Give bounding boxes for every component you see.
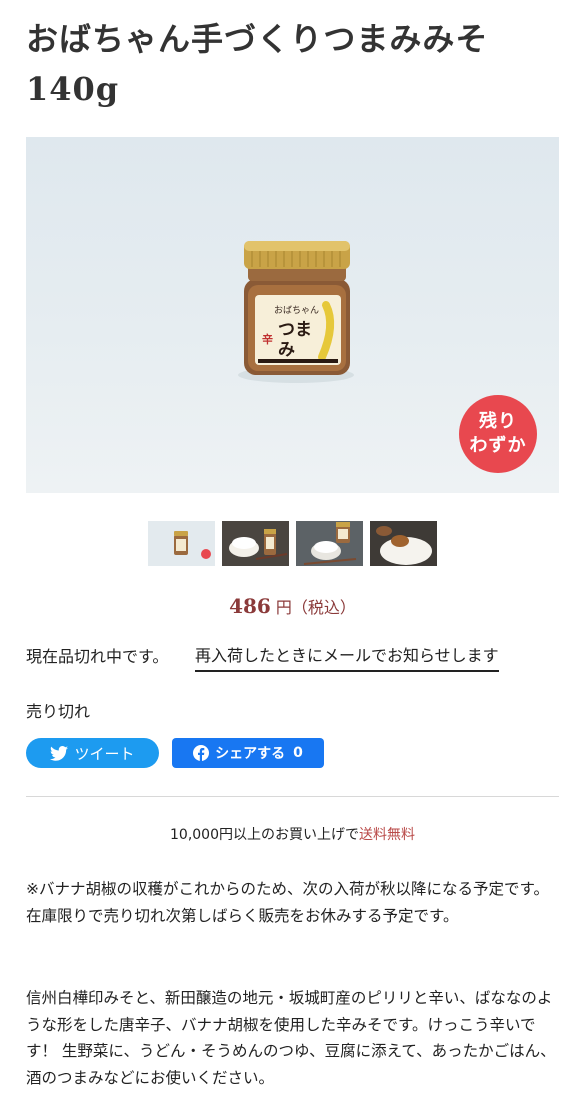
stock-status: 売り切れ (26, 702, 91, 721)
twitter-bird-icon (50, 745, 69, 761)
thumb-jar[interactable] (148, 521, 215, 566)
facebook-share-button[interactable]: シェアする 0 (172, 738, 324, 768)
product-title: おばちゃん手づくりつまみみそ 140g (26, 20, 489, 108)
product-description: 信州白樺印みそと、新田醸造の地元・坂城町産のピリリと辛い、ばななのような形をした… (26, 989, 556, 1087)
thumb-rice-closeup[interactable] (370, 521, 437, 566)
svg-text:つま: つま (278, 320, 312, 340)
tweet-button[interactable]: ツイート (26, 738, 159, 768)
svg-text:み: み (278, 340, 295, 360)
badge-line-2: わずか (469, 435, 527, 456)
svg-text:辛: 辛 (262, 332, 273, 346)
facebook-share-label: シェアする (215, 746, 286, 762)
svg-text:おばちゃん: おばちゃん (274, 305, 319, 316)
restock-notify-link[interactable]: 再入荷したときにメールでお知らせします (195, 645, 499, 672)
thumb-rice-with-jar[interactable] (296, 521, 363, 566)
thumb-rice-bowl-jar[interactable] (222, 521, 289, 566)
price-amount: 486 (229, 594, 271, 618)
shipping-prefix: 10,000円以上のお買い上げで (170, 827, 359, 843)
restock-notice-text: ※バナナ胡椒の収穫がこれからのため、次の入荷が秋以降になる予定です。在庫限りで売… (26, 880, 549, 925)
price-unit: 円（税込） (275, 598, 356, 617)
product-price: 486 円（税込） (0, 594, 585, 618)
divider (26, 796, 559, 797)
badge-line-1: 残り (479, 411, 517, 432)
free-shipping-note: 10,000円以上のお買い上げで送料無料 (0, 825, 585, 845)
out-of-stock-note: 現在品切れ中です。 (26, 647, 169, 666)
facebook-icon (193, 745, 210, 761)
low-stock-badge: 残り わずか (459, 395, 537, 473)
facebook-share-count: 0 (293, 745, 303, 761)
free-shipping-text: 送料無料 (359, 827, 415, 843)
tweet-label: ツイート (74, 744, 135, 763)
